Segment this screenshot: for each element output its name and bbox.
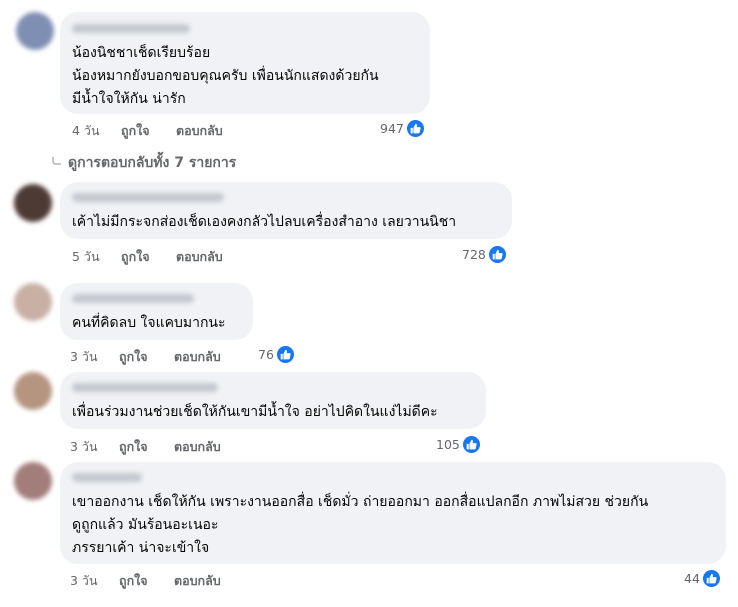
comment-timestamp[interactable]: 4 วัน xyxy=(72,121,100,141)
reply-link[interactable]: ตอบกลับ xyxy=(176,247,223,267)
reaction-number: 44 xyxy=(684,571,700,586)
thumbs-up-icon xyxy=(405,119,425,138)
thumbs-up-icon xyxy=(461,435,481,454)
reply-link[interactable]: ตอบกลับ xyxy=(176,121,223,141)
reaction-number: 728 xyxy=(462,247,486,262)
comment-bubble: เพื่อนร่วมงานช่วยเช็ดให้กันเขามีน้ำใจ อย… xyxy=(60,372,486,429)
commenter-name[interactable] xyxy=(72,294,194,303)
reply-link[interactable]: ตอบกลับ xyxy=(174,571,221,591)
reaction-count[interactable]: 76 xyxy=(258,345,295,364)
comment-bubble: เค้าไม่มีกระจกส่องเช็ดเองคงกลัวไปลบเครื่… xyxy=(60,182,512,239)
comment-bubble: เขาออกงาน เช็ดให้กัน เพราะงานออกสื่อ เช็… xyxy=(60,462,726,564)
reply-link[interactable]: ตอบกลับ xyxy=(174,437,221,457)
reaction-number: 947 xyxy=(380,121,404,136)
comment-text-line: น้องหมากยังบอกขอบคุณครับ เพื่อนนักแสดงด้… xyxy=(72,68,379,84)
commenter-name[interactable] xyxy=(72,383,218,392)
reaction-count[interactable]: 105 xyxy=(436,435,481,454)
avatar[interactable] xyxy=(14,372,52,410)
comment-text-line: เค้าไม่มีกระจกส่องเช็ดเองคงกลัวไปลบเครื่… xyxy=(72,214,457,230)
reply-link[interactable]: ตอบกลับ xyxy=(174,347,221,367)
like-link[interactable]: ถูกใจ xyxy=(119,437,148,457)
view-replies-link[interactable]: ดูการตอบกลับทั้ง 7 รายการ xyxy=(68,152,236,174)
comment-text-line: ภรรยาเค้า น่าจะเข้าใจ xyxy=(72,540,210,556)
comment-text-line: เขาออกงาน เช็ดให้กัน เพราะงานออกสื่อ เช็… xyxy=(72,494,649,510)
comment-timestamp[interactable]: 3 วัน xyxy=(70,571,98,591)
comment-timestamp[interactable]: 3 วัน xyxy=(70,437,98,457)
commenter-name[interactable] xyxy=(72,193,224,202)
comment-text-line: ดูถูกแล้ว มันร้อนอะเนอะ xyxy=(72,517,219,533)
avatar[interactable] xyxy=(14,283,52,321)
comment-bubble: คนที่คิดลบ ใจแคบมากนะ xyxy=(60,283,253,340)
comment-text-line: มีน้ำใจให้กัน น่ารัก xyxy=(72,91,186,107)
comment-timestamp[interactable]: 3 วัน xyxy=(70,347,98,367)
reaction-count[interactable]: 947 xyxy=(380,119,425,138)
reaction-count[interactable]: 728 xyxy=(462,245,507,264)
like-link[interactable]: ถูกใจ xyxy=(119,347,148,367)
like-link[interactable]: ถูกใจ xyxy=(121,247,150,267)
avatar[interactable] xyxy=(14,184,52,222)
reaction-number: 105 xyxy=(436,437,460,452)
comment-text-line: คนที่คิดลบ ใจแคบมากนะ xyxy=(72,315,226,331)
comment-bubble: น้องนิชชาเช็ดเรียบร้อย น้องหมากยังบอกขอบ… xyxy=(60,12,430,114)
comment-text-line: น้องนิชชาเช็ดเรียบร้อย xyxy=(72,45,211,61)
thumbs-up-icon xyxy=(275,345,295,364)
reaction-count[interactable]: 44 xyxy=(684,569,721,588)
comment-text-line: เพื่อนร่วมงานช่วยเช็ดให้กันเขามีน้ำใจ อย… xyxy=(72,404,438,420)
thumbs-up-icon xyxy=(701,569,721,588)
reply-connector-icon xyxy=(52,157,61,165)
thumbs-up-icon xyxy=(487,245,507,264)
comment-timestamp[interactable]: 5 วัน xyxy=(72,247,100,267)
reaction-number: 76 xyxy=(258,347,274,362)
avatar[interactable] xyxy=(16,12,54,50)
avatar[interactable] xyxy=(14,462,52,500)
like-link[interactable]: ถูกใจ xyxy=(119,571,148,591)
commenter-name[interactable] xyxy=(72,473,142,482)
commenter-name[interactable] xyxy=(72,24,190,33)
like-link[interactable]: ถูกใจ xyxy=(121,121,150,141)
